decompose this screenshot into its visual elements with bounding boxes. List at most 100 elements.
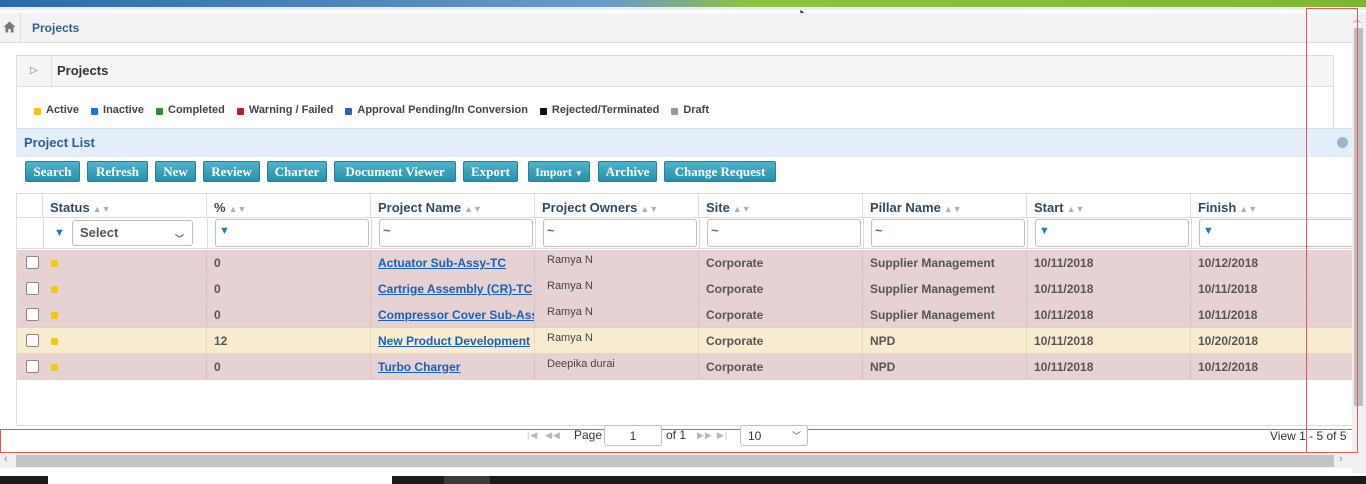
prev-page-icon[interactable]: ◀◀	[545, 430, 561, 441]
header-label: Site	[706, 200, 730, 215]
row-checkbox[interactable]	[26, 308, 39, 321]
project-owners-filter-input[interactable]	[543, 219, 697, 247]
row-checkbox[interactable]	[26, 282, 39, 295]
table-row[interactable]: 0 Compressor Cover Sub-Asse Ramya N Corp…	[17, 302, 1352, 328]
project-name-link[interactable]: Turbo Charger	[378, 354, 534, 380]
cell-start: 10/11/2018	[1034, 360, 1094, 374]
filter-funnel-icon[interactable]: ▼	[1039, 225, 1050, 237]
legend-inactive: Inactive	[91, 104, 144, 116]
table-row[interactable]: 0 Cartrige Assembly (CR)-TC Ramya N Corp…	[17, 276, 1352, 302]
row-checkbox[interactable]	[26, 334, 39, 347]
review-button[interactable]: Review	[203, 161, 260, 182]
contains-filter-icon[interactable]: ~	[711, 223, 719, 238]
project-name-link[interactable]: Cartrige Assembly (CR)-TC	[378, 276, 534, 302]
project-name-link[interactable]: Compressor Cover Sub-Asse	[378, 302, 534, 328]
cell-divider	[698, 354, 699, 380]
archive-button[interactable]: Archive	[598, 161, 657, 182]
scroll-up-icon[interactable]: ︿	[1353, 14, 1361, 25]
cell-percent: 0	[214, 282, 221, 296]
header-status[interactable]: Status ▲▼	[43, 194, 207, 217]
change-request-button[interactable]: Change Request	[664, 161, 776, 182]
percent-filter-input[interactable]	[215, 219, 369, 247]
row-checkbox[interactable]	[26, 256, 39, 269]
taskbar-item[interactable]	[444, 476, 490, 484]
breadcrumb-projects[interactable]: Projects	[32, 21, 79, 35]
cell-finish: 10/12/2018	[1198, 360, 1259, 374]
home-icon[interactable]	[3, 21, 16, 33]
cell-pillar: NPD	[870, 334, 896, 348]
page-label: Page	[574, 428, 603, 442]
new-button[interactable]: New	[155, 161, 196, 182]
sort-icon: ▲▼	[943, 204, 962, 214]
cell-divider	[206, 302, 207, 328]
header-start[interactable]: Start ▲▼	[1027, 194, 1191, 217]
expand-toggle[interactable]: ▷	[16, 55, 52, 87]
draft-swatch-icon	[671, 107, 679, 115]
project-name-link[interactable]: Actuator Sub-Assy-TC	[378, 250, 534, 276]
horizontal-scroll-thumb[interactable]	[16, 455, 1334, 467]
status-legend: Active Inactive Completed Warning / Fail…	[34, 104, 721, 116]
header-select-col	[17, 194, 43, 217]
charter-button[interactable]: Charter	[267, 161, 327, 182]
cell-divider	[1190, 302, 1191, 328]
export-button[interactable]: Export	[463, 161, 518, 182]
cell-divider	[534, 250, 535, 276]
scroll-right-icon[interactable]: ›	[1339, 453, 1343, 465]
header-site[interactable]: Site ▲▼	[699, 194, 863, 217]
finish-filter-input[interactable]	[1199, 219, 1352, 247]
status-filter-select[interactable]: Select ﹀	[72, 220, 193, 246]
sort-icon: ▲▼	[1066, 204, 1085, 214]
legend-label: Rejected/Terminated	[551, 104, 660, 116]
cell-owner: Ramya N	[547, 306, 593, 318]
row-checkbox[interactable]	[26, 360, 39, 373]
contains-filter-icon[interactable]: ~	[383, 223, 391, 238]
table-row[interactable]: 12 New Product Development Ramya N Corpo…	[17, 328, 1352, 354]
header-pillar-name[interactable]: Pillar Name ▲▼	[863, 194, 1027, 217]
last-page-icon[interactable]: ▶|	[717, 430, 728, 441]
active-status-icon	[51, 364, 58, 371]
project-name-link[interactable]: New Product Development	[378, 328, 534, 354]
table-row[interactable]: 0 Actuator Sub-Assy-TC Ramya N Corporate…	[17, 250, 1352, 276]
page-size-select[interactable]: 10 ﹀	[740, 425, 808, 446]
header-percent[interactable]: % ▲▼	[207, 194, 371, 217]
cell-site: Corporate	[706, 360, 764, 374]
table-row[interactable]: 0 Turbo Charger Deepika durai Corporate …	[17, 354, 1352, 380]
project-list-title: Project List	[24, 135, 95, 150]
import-button[interactable]: Import ▼	[528, 161, 590, 182]
pillar-name-filter-input[interactable]	[871, 219, 1025, 247]
header-project-name[interactable]: Project Name ▲▼	[371, 194, 535, 217]
status-filter-value: Select	[80, 225, 119, 240]
filter-divider	[207, 217, 208, 249]
panel-title: Projects	[57, 63, 109, 78]
search-button[interactable]: Search	[25, 161, 80, 182]
next-page-icon[interactable]: ▶▶	[697, 430, 713, 441]
refresh-button[interactable]: Refresh	[87, 161, 148, 182]
cell-divider	[698, 328, 699, 354]
contains-filter-icon[interactable]: ~	[875, 223, 883, 238]
caret-down-icon: ▼	[574, 169, 583, 178]
rejected-swatch-icon	[539, 107, 547, 115]
header-label: Pillar Name	[870, 200, 941, 215]
scroll-left-icon[interactable]: ‹	[4, 453, 8, 465]
start-filter-input[interactable]	[1035, 219, 1189, 247]
filter-funnel-icon[interactable]: ▼	[54, 227, 65, 239]
site-filter-input[interactable]	[707, 219, 861, 247]
header-finish[interactable]: Finish ▲▼	[1191, 194, 1352, 217]
document-viewer-button[interactable]: Document Viewer	[334, 161, 456, 182]
collapse-icon[interactable]	[1337, 137, 1348, 148]
filter-funnel-icon[interactable]: ▼	[219, 225, 230, 237]
cell-divider	[370, 302, 371, 328]
page-number-input[interactable]: 1	[604, 425, 662, 446]
project-name-filter-input[interactable]	[379, 219, 533, 247]
cell-divider	[1026, 302, 1027, 328]
first-page-icon[interactable]: |◀	[527, 430, 538, 441]
filter-funnel-icon[interactable]: ▼	[1203, 225, 1214, 237]
active-status-icon	[51, 260, 58, 267]
header-project-owners[interactable]: Project Owners ▲▼	[535, 194, 699, 217]
vertical-scroll-thumb[interactable]	[1354, 28, 1363, 406]
active-swatch-icon	[34, 107, 41, 115]
project-list-header	[16, 128, 1352, 157]
header-label: Status	[50, 200, 90, 215]
contains-filter-icon[interactable]: ~	[547, 223, 555, 238]
taskbar-search-box[interactable]	[48, 476, 392, 484]
